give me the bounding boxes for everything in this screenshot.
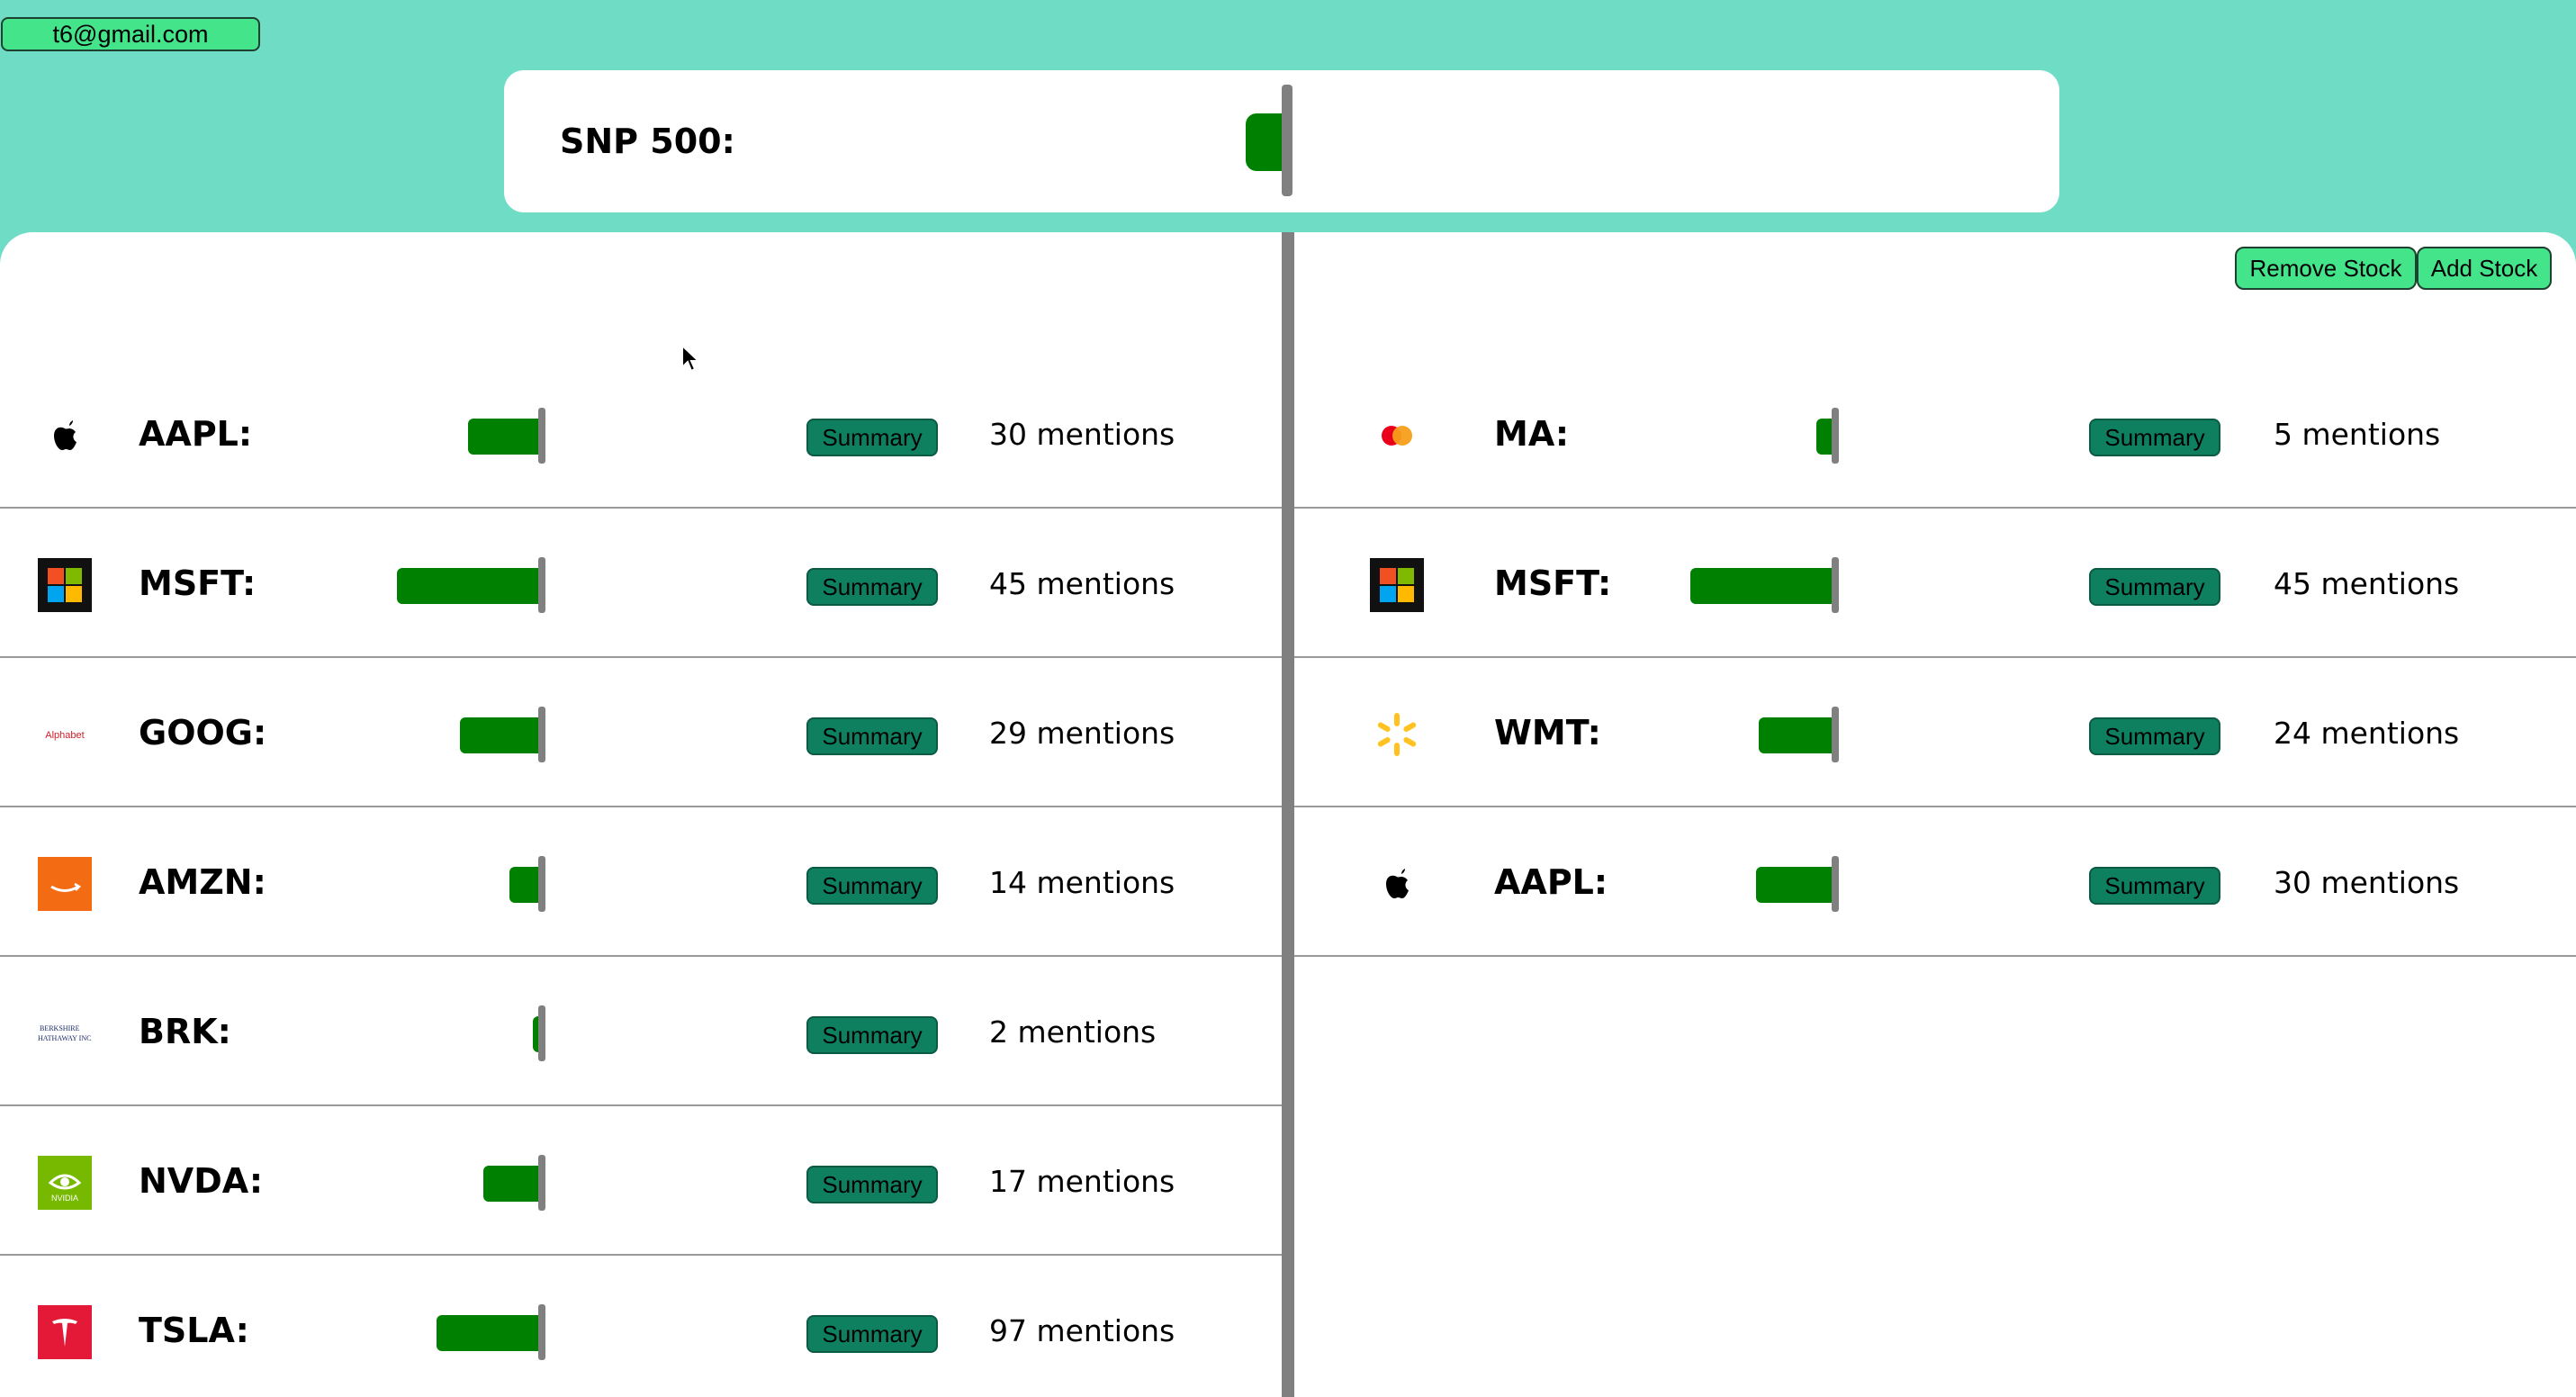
mentions-count: 30 mentions	[2274, 864, 2460, 900]
sentiment-bar	[437, 1315, 538, 1351]
walmart-logo-icon	[1370, 708, 1424, 762]
mentions-count: 2 mentions	[989, 1014, 1157, 1050]
stock-row-amzn: AMZN: Summary 14 mentions	[0, 807, 1282, 957]
stock-ticker: MA:	[1494, 414, 1570, 454]
stock-row-aapl: AAPL: Summary 30 mentions	[1294, 807, 2576, 957]
sentiment-bar	[483, 1166, 538, 1202]
stock-ticker: WMT:	[1494, 713, 1601, 753]
stock-row-wmt: WMT: Summary 24 mentions	[1294, 658, 2576, 807]
sentiment-bar	[460, 717, 538, 753]
svg-text:NVIDIA: NVIDIA	[51, 1194, 78, 1203]
summary-button[interactable]: Summary	[2089, 867, 2220, 905]
sentiment-bar	[1816, 419, 1832, 455]
stock-row-ma: MA: Summary 5 mentions	[1294, 359, 2576, 509]
svg-text:Alphabet: Alphabet	[45, 730, 84, 741]
summary-button[interactable]: Summary	[806, 568, 938, 606]
sentiment-axis-line	[1832, 707, 1839, 762]
mentions-count: 30 mentions	[989, 416, 1175, 452]
mentions-count: 5 mentions	[2274, 416, 2441, 452]
stock-ticker: AAPL:	[139, 414, 253, 454]
sentiment-axis-line	[1832, 856, 1839, 912]
stock-row-nvda: NVIDIA NVDA: Summary 17 mentions	[0, 1106, 1282, 1256]
stock-ticker: AMZN:	[139, 862, 266, 902]
summary-button[interactable]: Summary	[806, 419, 938, 456]
summary-button[interactable]: Summary	[806, 717, 938, 755]
svg-text:HATHAWAY INC.: HATHAWAY INC.	[38, 1034, 92, 1042]
summary-button[interactable]: Summary	[806, 1016, 938, 1054]
stock-ticker: MSFT:	[1494, 563, 1612, 603]
stock-ticker: BRK:	[139, 1012, 231, 1051]
stock-row-msft: MSFT: Summary 45 mentions	[0, 509, 1282, 658]
mentions-count: 45 mentions	[989, 565, 1175, 601]
column-divider	[1282, 232, 1294, 1397]
add-stock-button[interactable]: Add Stock	[2417, 247, 2552, 290]
mentions-count: 45 mentions	[2274, 565, 2460, 601]
snp-500-label: SNP 500:	[560, 122, 735, 161]
stock-ticker: AAPL:	[1494, 862, 1608, 902]
berkshire-logo-icon: BERKSHIRE HATHAWAY INC.	[38, 1006, 92, 1060]
sentiment-axis-line	[1832, 408, 1839, 464]
microsoft-logo-icon	[1370, 558, 1424, 612]
summary-button[interactable]: Summary	[2089, 717, 2220, 755]
mentions-count: 24 mentions	[2274, 715, 2460, 751]
sentiment-bar	[468, 419, 538, 455]
snp-500-card: SNP 500:	[504, 70, 2059, 212]
snp-500-sentiment-bar	[1246, 113, 1282, 171]
mentions-count: 29 mentions	[989, 715, 1175, 751]
sentiment-axis-line	[538, 856, 545, 912]
nvidia-logo-icon: NVIDIA	[38, 1156, 92, 1210]
sentiment-bar	[509, 867, 538, 903]
sentiment-axis-line	[538, 1005, 545, 1061]
svg-text:BERKSHIRE: BERKSHIRE	[40, 1024, 80, 1032]
sentiment-axis-line	[538, 707, 545, 762]
summary-button[interactable]: Summary	[806, 1315, 938, 1353]
sentiment-axis-line	[538, 1304, 545, 1360]
mentions-count: 14 mentions	[989, 864, 1175, 900]
sentiment-bar	[1690, 568, 1832, 604]
amazon-logo-icon	[38, 857, 92, 911]
alphabet-logo-icon: Alphabet	[38, 708, 92, 762]
microsoft-logo-icon	[38, 558, 92, 612]
summary-button[interactable]: Summary	[2089, 419, 2220, 456]
summary-button[interactable]: Summary	[2089, 568, 2220, 606]
sentiment-axis-line	[538, 557, 545, 613]
stock-row-tsla: TSLA: Summary 97 mentions	[0, 1256, 1282, 1397]
user-email-button[interactable]: t6@gmail.com	[1, 17, 260, 51]
sentiment-axis-line	[538, 408, 545, 464]
sentiment-axis-line	[1832, 557, 1839, 613]
snp-500-axis-line	[1282, 85, 1293, 196]
stock-row-aapl: AAPL: Summary 30 mentions	[0, 359, 1282, 509]
mentions-count: 97 mentions	[989, 1312, 1175, 1348]
stock-row-msft: MSFT: Summary 45 mentions	[1294, 509, 2576, 658]
mastercard-logo-icon	[1370, 409, 1424, 463]
apple-logo-icon	[38, 409, 92, 463]
stock-row-brk: BERKSHIRE HATHAWAY INC. BRK: Summary 2 menti…	[0, 957, 1282, 1106]
sentiment-bar	[1759, 717, 1832, 753]
stock-ticker: NVDA:	[139, 1161, 264, 1201]
tesla-logo-icon	[38, 1305, 92, 1359]
stock-ticker: GOOG:	[139, 713, 267, 753]
summary-button[interactable]: Summary	[806, 867, 938, 905]
sentiment-axis-line	[538, 1155, 545, 1211]
sentiment-bar	[397, 568, 538, 604]
stock-row-goog: Alphabet GOOG: Summary 29 mentions	[0, 658, 1282, 807]
apple-logo-icon	[1370, 857, 1424, 911]
stock-ticker: MSFT:	[139, 563, 257, 603]
stock-ticker: TSLA:	[139, 1311, 249, 1350]
mentions-count: 17 mentions	[989, 1163, 1175, 1199]
summary-button[interactable]: Summary	[806, 1166, 938, 1203]
remove-stock-button[interactable]: Remove Stock	[2235, 247, 2417, 290]
sentiment-bar	[1756, 867, 1832, 903]
